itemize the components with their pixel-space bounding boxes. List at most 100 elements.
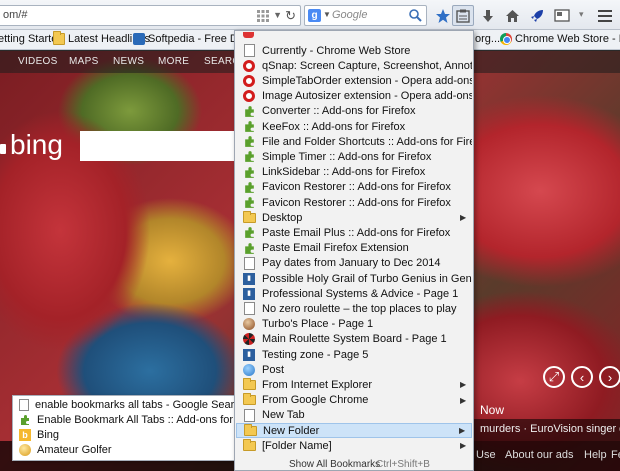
reload-icon[interactable]: ↻ bbox=[285, 8, 296, 24]
bookmark-menu-item[interactable]: ▮ Possible Holy Grail of Turbo Genius in … bbox=[236, 271, 472, 286]
footer-about-ads[interactable]: About our ads bbox=[505, 449, 574, 461]
autocomplete-item[interactable]: Amateur Golfer bbox=[19, 442, 112, 457]
show-all-bookmarks[interactable]: Show All Bookmarks Ctrl+Shift+B bbox=[236, 459, 472, 470]
addon-rocket-button[interactable] bbox=[526, 5, 548, 26]
bookmark-folder-item[interactable]: New Folder ▶ bbox=[236, 423, 472, 438]
chrome-icon bbox=[500, 33, 512, 45]
bookmark-folder-item[interactable]: From Google Chrome ▶ bbox=[236, 393, 472, 408]
folder-icon bbox=[242, 210, 256, 223]
bookmark-menu-item[interactable]: Currently - Chrome Web Store bbox=[236, 43, 472, 58]
addon-icon bbox=[21, 414, 29, 425]
footer-help[interactable]: Help bbox=[584, 449, 607, 461]
hamburger-icon bbox=[598, 9, 612, 22]
menu-item-icon-slot bbox=[241, 317, 257, 331]
bookmark-menu-item[interactable]: Favicon Restorer :: Add-ons for Firefox bbox=[236, 195, 472, 210]
bookmark-menu-item[interactable]: qSnap: Screen Capture, Screenshot, Annot… bbox=[236, 58, 472, 73]
bookmark-menu-item[interactable]: ▮ Professional Systems & Advice - Page 1 bbox=[236, 286, 472, 301]
bookmark-menu-item[interactable]: KeeFox :: Add-ons for Firefox bbox=[236, 119, 472, 134]
bookmark-folder-item[interactable]: Desktop ▶ bbox=[236, 210, 472, 225]
footer-use[interactable]: Use bbox=[476, 449, 496, 461]
home-button[interactable] bbox=[501, 5, 523, 26]
nav-more[interactable]: MORE bbox=[158, 56, 189, 67]
google-icon bbox=[19, 398, 29, 411]
menu-item-icon-slot: ▮ bbox=[241, 287, 257, 301]
bookmark-menu-item[interactable]: Favicon Restorer :: Add-ons for Firefox bbox=[236, 180, 472, 195]
autocomplete-item[interactable]: Enable Bookmark All Tabs :: Add-ons for … bbox=[19, 412, 270, 427]
menu-item-label: SimpleTabOrder extension - Opera add-ons bbox=[262, 74, 472, 87]
expand-icon[interactable]: ⤢ bbox=[543, 366, 565, 388]
footer-fe[interactable]: Fe bbox=[611, 449, 620, 461]
bookmark-folder-item[interactable]: From Internet Explorer ▶ bbox=[236, 377, 472, 392]
bookmark-menu-item[interactable]: Image Autosizer extension - Opera add-on… bbox=[236, 89, 472, 104]
google-icon[interactable]: g bbox=[308, 9, 321, 22]
golf-icon bbox=[19, 443, 31, 456]
search-icon[interactable] bbox=[408, 8, 422, 22]
menu-button[interactable] bbox=[594, 5, 616, 26]
bing-logo[interactable]: bing bbox=[0, 129, 63, 161]
autocomplete-item[interactable]: b Bing bbox=[19, 427, 59, 442]
folder-icon bbox=[243, 423, 257, 436]
bookmark-menu-item[interactable]: File and Folder Shortcuts :: Add-ons for… bbox=[236, 134, 472, 149]
search-bar[interactable]: g ▼ Google bbox=[304, 5, 427, 26]
navigation-toolbar: om/# ▼ ↻ g ▼ Google ▾ bbox=[0, 0, 620, 30]
bookmark-menu-item[interactable]: Post bbox=[236, 362, 472, 377]
next-image-icon[interactable]: › bbox=[599, 366, 620, 388]
grid-icon[interactable] bbox=[256, 9, 270, 23]
menu-item-icon-slot bbox=[241, 59, 257, 73]
rocket-icon bbox=[531, 9, 543, 22]
menu-item-label: qSnap: Screen Capture, Screenshot, Annot… bbox=[262, 59, 472, 72]
url-bar[interactable]: om/# ▼ ↻ bbox=[0, 5, 301, 26]
bookmark-menu-item[interactable]: Main Roulette System Board - Page 1 bbox=[236, 332, 472, 347]
menu-item-label: File and Folder Shortcuts :: Add-ons for… bbox=[262, 135, 472, 148]
bookmark-label: org... bbox=[475, 33, 501, 45]
bookmark-folder-item[interactable]: [Folder Name] ▶ bbox=[236, 438, 472, 453]
menu-item-icon-slot bbox=[241, 241, 257, 255]
menu-item-icon-slot bbox=[241, 438, 257, 453]
bookmark-menu-item[interactable]: Paste Email Firefox Extension bbox=[236, 241, 472, 256]
toolbar-overflow-icon[interactable]: ▾ bbox=[579, 9, 584, 20]
bing-search-input[interactable] bbox=[80, 131, 240, 161]
search-placeholder[interactable]: Google bbox=[332, 9, 367, 21]
turbo-icon bbox=[243, 318, 255, 331]
bookmark-menu-item[interactable]: ▮ Testing zone - Page 5 bbox=[236, 347, 472, 362]
folder-icon bbox=[242, 438, 256, 451]
bookmark-menu-item[interactable]: New Tab bbox=[236, 408, 472, 423]
bookmark-menu-item[interactable]: SimpleTabOrder extension - Opera add-ons bbox=[236, 73, 472, 88]
menu-item-label: Paste Email Plus :: Add-ons for Firefox bbox=[262, 226, 451, 239]
engine-dropdown-icon[interactable]: ▼ bbox=[323, 10, 331, 19]
nav-maps[interactable]: MAPS bbox=[69, 56, 99, 67]
bookmark-menu-item[interactable]: LinkSidebar :: Add-ons for Firefox bbox=[236, 165, 472, 180]
bookmarks-list-icon bbox=[456, 9, 470, 23]
opera-icon bbox=[243, 59, 255, 72]
bookmark-chrome-web-store[interactable]: Chrome Web Store - P... bbox=[500, 33, 620, 45]
menu-item-label: From Google Chrome bbox=[262, 394, 369, 407]
forum-icon: ▮ bbox=[243, 348, 255, 361]
bookmark-menu-item[interactable]: No zero roulette – the top places to pla… bbox=[236, 301, 472, 316]
menu-item-label: Converter :: Add-ons for Firefox bbox=[262, 105, 416, 118]
bookmark-menu-item[interactable]: Simple Timer :: Add-ons for Firefox bbox=[236, 149, 472, 164]
autocomplete-item[interactable]: enable bookmarks all tabs - Google Searc… bbox=[19, 397, 246, 412]
menu-item-icon-slot bbox=[241, 44, 257, 58]
bookmark-menu-item[interactable]: Turbo's Place - Page 1 bbox=[236, 317, 472, 332]
menu-item-label: Professional Systems & Advice - Page 1 bbox=[262, 287, 459, 300]
history-dropdown-icon[interactable]: ▼ bbox=[273, 10, 282, 20]
bookmark-star-button[interactable] bbox=[432, 5, 454, 26]
previous-image-icon[interactable]: ‹ bbox=[571, 366, 593, 388]
nav-news[interactable]: NEWS bbox=[113, 56, 144, 67]
url-autocomplete-popup: enable bookmarks all tabs - Google Searc… bbox=[12, 395, 270, 461]
bookmark-menu-item[interactable]: Converter :: Add-ons for Firefox bbox=[236, 104, 472, 119]
folder-icon bbox=[242, 393, 256, 406]
rss-folder-icon bbox=[53, 31, 65, 45]
news-headlines[interactable]: murders · EuroVision singer dies bbox=[480, 423, 620, 435]
bookmarks-menu-button[interactable] bbox=[452, 5, 474, 26]
bookmark-org[interactable]: org... bbox=[475, 33, 500, 45]
menu-item-label: Favicon Restorer :: Add-ons for Firefox bbox=[262, 181, 451, 194]
addon-screen-button[interactable] bbox=[551, 5, 573, 26]
bookmark-menu-item[interactable]: Paste Email Plus :: Add-ons for Firefox bbox=[236, 225, 472, 240]
opera-icon bbox=[243, 74, 255, 87]
downloads-button[interactable] bbox=[477, 5, 499, 26]
bookmark-menu-item[interactable]: Pay dates from January to Dec 2014 bbox=[236, 256, 472, 271]
forum-icon: ▮ bbox=[243, 272, 255, 285]
nav-videos[interactable]: VIDEOS bbox=[18, 56, 58, 67]
url-text[interactable]: om/# bbox=[3, 9, 27, 21]
